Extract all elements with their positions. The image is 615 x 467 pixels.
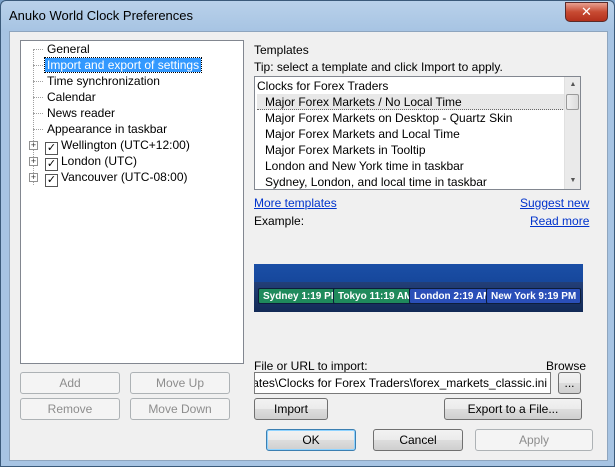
template-item[interactable]: Major Forex Markets in Tooltip: [265, 142, 426, 158]
tree-connector: [33, 65, 43, 66]
add-button[interactable]: Add: [20, 372, 120, 394]
settings-tree[interactable]: General Import and export of settings Ti…: [20, 40, 244, 364]
export-button[interactable]: Export to a File...: [444, 398, 582, 420]
tree-connector: [33, 129, 43, 130]
templates-scrollbar[interactable]: ▲ ▼: [564, 77, 580, 189]
ok-button[interactable]: OK: [266, 429, 356, 451]
scroll-up-icon[interactable]: ▲: [565, 78, 580, 92]
scroll-thumb[interactable]: [566, 94, 579, 110]
template-item[interactable]: London and New York time in taskbar: [265, 158, 464, 174]
browse-button[interactable]: ...: [558, 372, 581, 394]
title-bar[interactable]: Anuko World Clock Preferences ✕: [1, 1, 614, 31]
preferences-window: Anuko World Clock Preferences ✕ General …: [0, 0, 615, 467]
import-button[interactable]: Import: [254, 398, 328, 420]
tree-item-clock-london[interactable]: ✓ London (UTC): [45, 153, 137, 171]
tree-connector: [33, 113, 43, 114]
template-item[interactable]: Sydney, London, and local time in taskba…: [265, 174, 487, 189]
move-down-button[interactable]: Move Down: [130, 398, 230, 420]
expand-wellington-icon[interactable]: +: [29, 141, 38, 150]
expand-vancouver-icon[interactable]: +: [29, 173, 38, 182]
template-item[interactable]: Major Forex Markets and Local Time: [265, 126, 460, 142]
more-templates-link[interactable]: More templates: [254, 196, 337, 210]
window-title: Anuko World Clock Preferences: [9, 8, 194, 23]
close-button[interactable]: ✕: [565, 2, 608, 22]
templates-list[interactable]: Clocks for Forex Traders Major Forex Mar…: [254, 76, 581, 190]
tree-item-clock-wellington[interactable]: ✓ Wellington (UTC+12:00): [45, 137, 190, 155]
tree-item-calendar[interactable]: Calendar: [45, 89, 98, 105]
tree-item-time-sync[interactable]: Time synchronization: [45, 73, 162, 89]
suggest-new-link[interactable]: Suggest new: [520, 196, 589, 210]
import-label: File or URL to import:: [254, 359, 368, 373]
tree-item-appearance-taskbar[interactable]: Appearance in taskbar: [45, 121, 169, 137]
templates-tip: Tip: select a template and click Import …: [254, 60, 503, 74]
tree-connector: [33, 81, 43, 82]
tree-connector: [33, 49, 43, 50]
import-path-input[interactable]: emplates\Clocks for Forex Traders\forex_…: [254, 372, 551, 394]
dialog-client-area: General Import and export of settings Ti…: [9, 31, 608, 461]
cancel-button[interactable]: Cancel: [373, 429, 463, 451]
read-more-link[interactable]: Read more: [530, 214, 589, 228]
expand-london-icon[interactable]: +: [29, 157, 38, 166]
example-clock-chip: Tokyo 11:19 AM: [333, 288, 418, 304]
scroll-down-icon[interactable]: ▼: [565, 174, 580, 188]
move-up-button[interactable]: Move Up: [130, 372, 230, 394]
tree-item-general[interactable]: General: [45, 41, 92, 57]
browse-label: Browse: [546, 359, 587, 373]
example-label: Example:: [254, 214, 305, 228]
templates-heading: Templates: [254, 43, 309, 57]
example-clock-chip: New York 9:19 PM: [486, 288, 582, 304]
tree-item-import-export[interactable]: Import and export of settings: [43, 57, 203, 73]
example-preview: Sydney 1:19 PM Tokyo 11:19 AM London 2:1…: [254, 264, 583, 312]
apply-button[interactable]: Apply: [475, 429, 593, 451]
example-clock-chip: Sydney 1:19 PM: [258, 288, 345, 304]
template-item[interactable]: Major Forex Markets on Desktop - Quartz …: [265, 110, 512, 126]
tree-item-news-reader[interactable]: News reader: [45, 105, 117, 121]
checkbox-vancouver[interactable]: ✓: [45, 174, 58, 187]
template-group-header: Clocks for Forex Traders: [257, 79, 389, 93]
tree-item-clock-vancouver[interactable]: ✓ Vancouver (UTC-08:00): [45, 169, 188, 187]
example-taskbar: Sydney 1:19 PM Tokyo 11:19 AM London 2:1…: [254, 282, 583, 312]
remove-button[interactable]: Remove: [20, 398, 120, 420]
close-icon: ✕: [581, 4, 592, 19]
tree-connector: [33, 97, 43, 98]
template-item[interactable]: Major Forex Markets / No Local Time: [257, 94, 565, 110]
example-clock-chip: London 2:19 AM: [409, 288, 497, 304]
